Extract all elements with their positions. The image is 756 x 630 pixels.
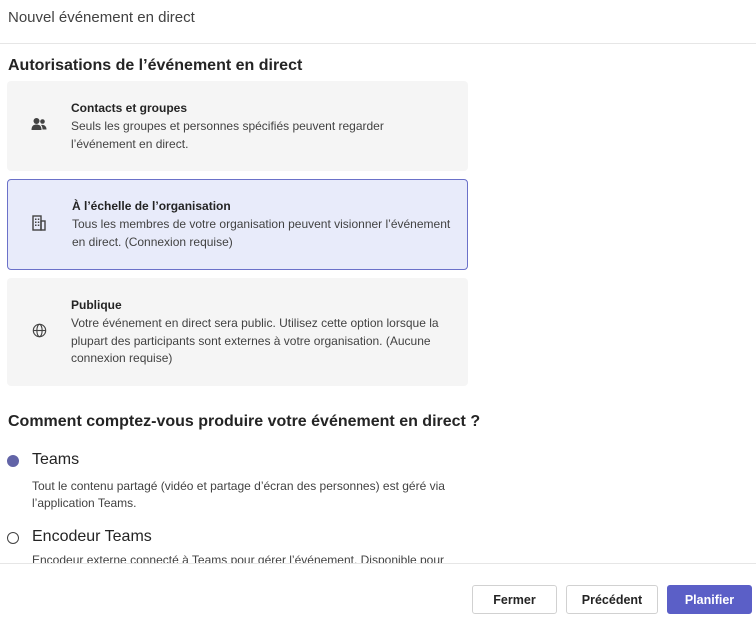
dialog-header: Nouvel événement en direct — [0, 0, 756, 44]
option-title: Contacts et groupes — [71, 101, 188, 115]
permission-option-contacts-groups[interactable]: Contacts et groupes Seuls les groupes et… — [7, 81, 468, 171]
permission-option-public[interactable]: Publique Votre événement en direct sera … — [7, 278, 468, 386]
radio-description: Tout le contenu partagé (vidéo et partag… — [32, 479, 445, 510]
permission-option-organization[interactable]: À l’échelle de l’organisation Tous les m… — [7, 179, 468, 270]
permissions-section-title: Autorisations de l’événement en direct — [8, 57, 303, 74]
schedule-button[interactable]: Planifier — [667, 585, 752, 614]
option-description: Tous les membres de votre organisation p… — [72, 217, 451, 249]
option-title: Publique — [71, 298, 122, 312]
radio-button-selected[interactable] — [7, 455, 19, 467]
footer-divider — [0, 563, 756, 564]
radio-button-unselected[interactable] — [7, 532, 19, 544]
globe-icon — [30, 321, 48, 339]
radio-label: Encodeur Teams — [32, 528, 152, 545]
radio-label: Teams — [32, 451, 80, 468]
building-icon — [30, 214, 48, 232]
close-button[interactable]: Fermer — [472, 585, 557, 614]
radio-description: Encodeur externe connecté à Teams pour g… — [32, 553, 445, 563]
dialog-title: Nouvel événement en direct — [8, 9, 195, 26]
people-icon — [30, 115, 48, 133]
production-section-title: Comment comptez-vous produire votre évén… — [8, 413, 481, 430]
previous-button[interactable]: Précédent — [566, 585, 658, 614]
option-description: Seuls les groupes et personnes spécifiés… — [71, 119, 384, 151]
scroll-clip-area: Encodeur Teams Encodeur externe connecté… — [0, 520, 756, 563]
option-description: Votre événement en direct sera public. U… — [71, 316, 439, 365]
option-title: À l’échelle de l’organisation — [72, 199, 231, 213]
